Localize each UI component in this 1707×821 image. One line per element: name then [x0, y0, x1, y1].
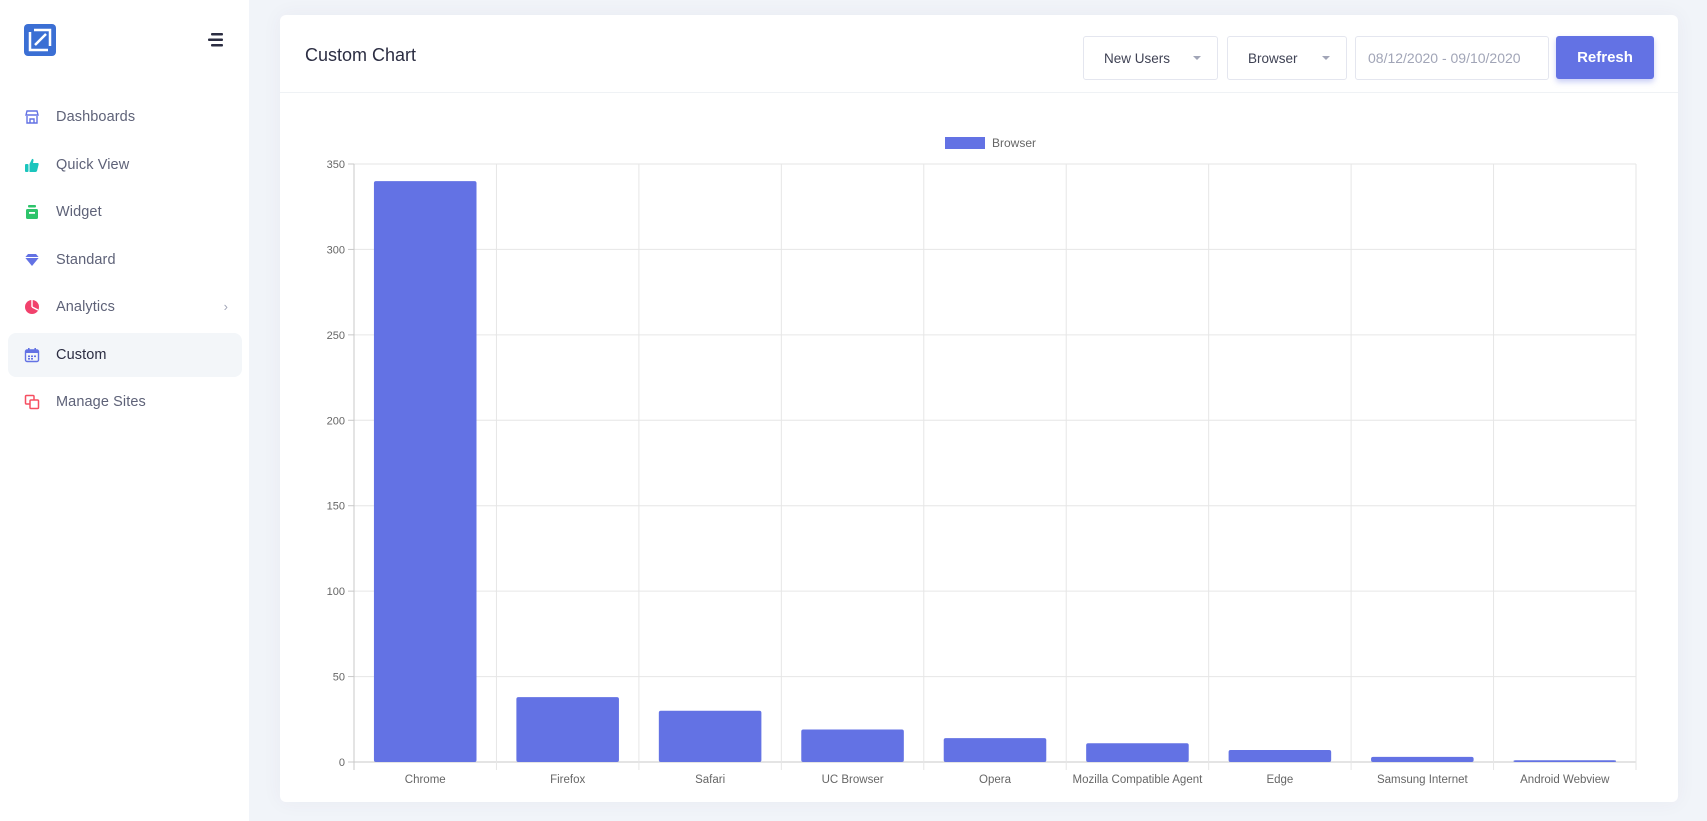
x-tick-label: Chrome	[405, 774, 446, 786]
bar	[1086, 743, 1189, 762]
x-tick-label: UC Browser	[822, 774, 884, 786]
layers-icon	[23, 394, 40, 411]
diamond-icon	[23, 251, 40, 268]
y-tick-label: 350	[327, 159, 345, 171]
chart-svg: 0 50 100 150 200 250 300 350 Chrome Firefox Safari…	[327, 136, 1637, 786]
sidebar-item-standard[interactable]: Standard	[8, 238, 242, 282]
sidebar-item-label: Custom	[56, 346, 107, 363]
sidebar-item-quick-view[interactable]: Quick View	[8, 143, 242, 187]
custom-chart-card: Custom Chart New Users Browser Refresh 0…	[280, 15, 1678, 802]
sidebar-item-label: Dashboards	[56, 109, 136, 125]
menu-toggle-icon[interactable]	[205, 31, 227, 49]
dimension-select[interactable]: Browser	[1227, 36, 1347, 80]
y-tick-label: 200	[327, 415, 345, 427]
bar	[1371, 756, 1474, 762]
bar	[1513, 760, 1617, 762]
sidebar-nav: Dashboards Quick View Widget Standard An…	[8, 95, 242, 428]
sidebar-item-custom[interactable]: Custom	[8, 332, 242, 377]
bar-chart: 0 50 100 150 200 250 300 350 Chrome Firefox Safari…	[280, 94, 1678, 802]
bar	[1228, 750, 1332, 762]
caret-down-icon	[1322, 56, 1330, 60]
y-tick-label: 250	[327, 330, 345, 342]
x-tick-label: Edge	[1266, 774, 1293, 786]
bar	[801, 729, 904, 762]
sidebar-item-label: Analytics	[56, 299, 115, 315]
refresh-button[interactable]: Refresh	[1556, 36, 1654, 79]
x-tick-label: Firefox	[550, 774, 585, 786]
y-tick-label: 300	[327, 244, 345, 256]
metric-select[interactable]: New Users	[1083, 36, 1218, 80]
y-tick-label: 150	[327, 501, 345, 513]
x-tick-label: Opera	[979, 774, 1012, 786]
bar	[516, 697, 619, 762]
legend-label: Browser	[992, 136, 1036, 150]
sidebar-item-label: Quick View	[56, 156, 130, 173]
x-tick-label: Android Webview	[1520, 774, 1610, 786]
card-title: Custom Chart	[305, 45, 417, 65]
sidebar-item-analytics[interactable]: Analytics ›	[8, 285, 242, 329]
y-tick-label: 0	[339, 757, 345, 769]
sidebar-item-label: Manage Sites	[56, 394, 146, 410]
x-tick-label: Safari	[695, 774, 725, 786]
bar	[373, 181, 477, 763]
bar	[943, 738, 1047, 762]
date-range-input[interactable]	[1355, 36, 1549, 80]
sidebar-item-manage-sites[interactable]: Manage Sites	[8, 380, 242, 424]
caret-down-icon	[1193, 56, 1201, 60]
y-tick-label: 50	[333, 672, 345, 684]
card-header: Custom Chart New Users Browser Refresh	[280, 15, 1678, 93]
sidebar: Dashboards Quick View Widget Standard An…	[0, 0, 249, 821]
dimension-select-value: Browser	[1248, 50, 1298, 66]
x-tick-label: Mozilla Compatible Agent	[1073, 774, 1204, 786]
x-tick-label: Samsung Internet	[1377, 774, 1469, 786]
box-icon	[23, 204, 40, 221]
metric-select-value: New Users	[1104, 50, 1171, 66]
legend-swatch	[945, 137, 985, 149]
sidebar-item-dashboards[interactable]: Dashboards	[8, 95, 242, 139]
sidebar-item-label: Standard	[56, 251, 116, 268]
chevron-right-icon: ›	[223, 299, 228, 314]
pie-chart-icon	[23, 299, 40, 316]
y-tick-label: 100	[327, 586, 345, 598]
sidebar-item-label: Widget	[56, 204, 102, 220]
thumb-icon	[23, 156, 40, 173]
calendar-icon	[23, 346, 40, 363]
bar	[658, 710, 762, 762]
app-logo[interactable]	[24, 24, 56, 56]
store-icon	[23, 109, 40, 126]
sidebar-item-widget[interactable]: Widget	[8, 190, 242, 234]
